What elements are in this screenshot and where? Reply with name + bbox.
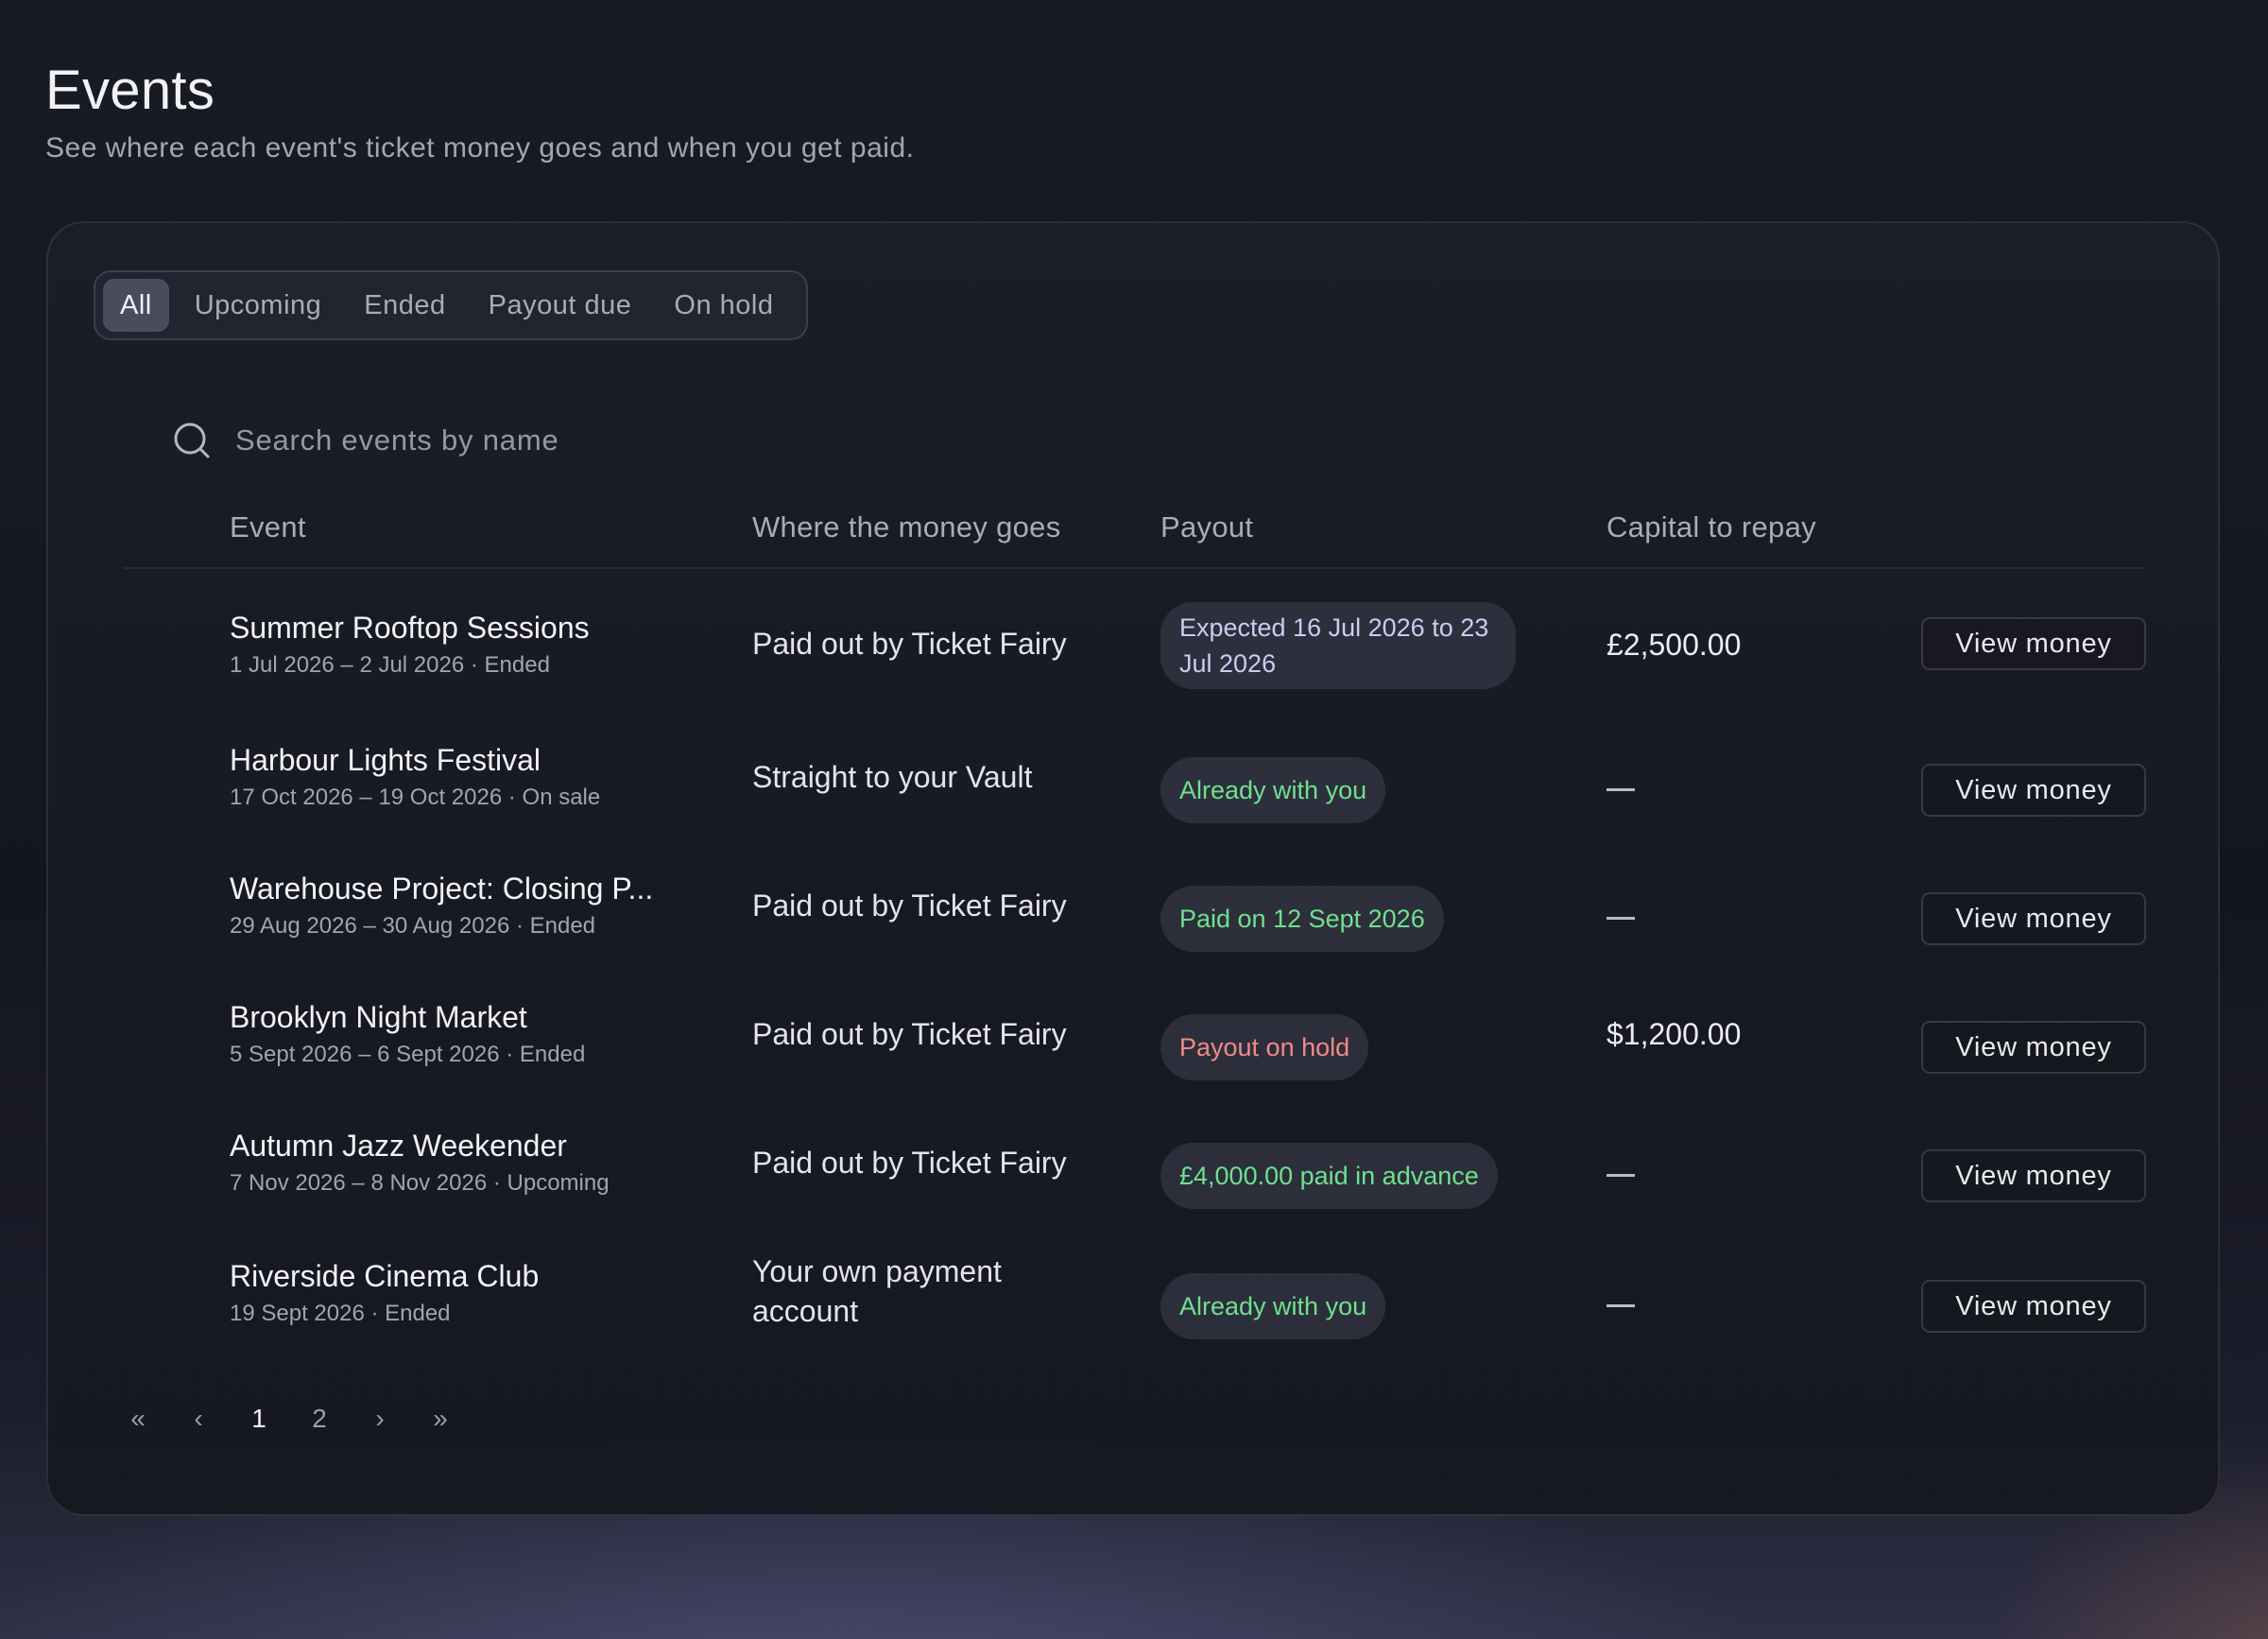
event-name: Summer Rooftop Sessions [230, 611, 590, 645]
pagination: « ‹ 1 2 › » [114, 1395, 587, 1442]
page-1-button[interactable]: 1 [235, 1395, 283, 1442]
search-bar [171, 412, 1022, 469]
payout-badge: Already with you [1160, 1273, 1386, 1339]
table-header: Event Where the money goes Payout Capita… [124, 497, 2146, 569]
first-page-button[interactable]: « [114, 1395, 162, 1442]
tab-payout-due[interactable]: Payout due [472, 279, 649, 332]
table-row: Warehouse Project: Closing P... 29 Aug 2… [124, 843, 2146, 966]
money-destination: Your own payment account [752, 1254, 1002, 1328]
money-destination: Paid out by Ticket Fairy [752, 1017, 1067, 1051]
capital-empty-dash [1606, 1304, 1635, 1307]
table-row: Harbour Lights Festival 17 Oct 2026 – 19… [124, 715, 2146, 837]
event-dates: 29 Aug 2026 – 30 Aug 2026 · Ended [230, 913, 596, 939]
event-name: Brooklyn Night Market [230, 1000, 527, 1034]
event-name: Warehouse Project: Closing P... [230, 871, 654, 906]
event-dates: 5 Sept 2026 – 6 Sept 2026 · Ended [230, 1042, 586, 1067]
view-money-button[interactable]: View money [1921, 1021, 2146, 1074]
column-header-destination: Where the money goes [752, 510, 1061, 543]
table-row: Brooklyn Night Market 5 Sept 2026 – 6 Se… [124, 972, 2146, 1095]
table-row: Autumn Jazz Weekender 7 Nov 2026 – 8 Nov… [124, 1100, 2146, 1223]
search-icon [174, 423, 210, 458]
events-card: All Upcoming Ended Payout due On hold Ev… [46, 221, 2220, 1516]
column-header-capital: Capital to repay [1606, 510, 1816, 543]
money-destination: Paid out by Ticket Fairy [752, 889, 1067, 923]
tab-on-hold[interactable]: On hold [657, 279, 790, 332]
filter-tabs: All Upcoming Ended Payout due On hold [94, 270, 809, 340]
payout-badge: Paid on 12 Sept 2026 [1160, 886, 1444, 952]
event-dates: 19 Sept 2026 · Ended [230, 1301, 451, 1326]
money-destination: Paid out by Ticket Fairy [752, 627, 1067, 661]
event-name: Harbour Lights Festival [230, 743, 541, 777]
table-row: Riverside Cinema Club 19 Sept 2026 · End… [124, 1231, 2146, 1354]
previous-page-button[interactable]: ‹ [175, 1395, 222, 1442]
capital-empty-dash [1606, 917, 1635, 920]
event-name: Autumn Jazz Weekender [230, 1129, 567, 1163]
capital-empty-dash [1606, 788, 1635, 791]
view-money-button[interactable]: View money [1921, 892, 2146, 945]
view-money-button[interactable]: View money [1921, 1149, 2146, 1202]
view-money-button[interactable]: View money [1921, 617, 2146, 670]
page-title: Events [45, 60, 215, 121]
capital-amount: $1,200.00 [1606, 1017, 1742, 1051]
capital-empty-dash [1606, 1174, 1635, 1177]
view-money-button[interactable]: View money [1921, 764, 2146, 817]
last-page-button[interactable]: » [417, 1395, 464, 1442]
column-header-event: Event [230, 510, 306, 543]
table-row: Summer Rooftop Sessions 1 Jul 2026 – 2 J… [124, 582, 2146, 705]
search-input[interactable] [233, 423, 993, 458]
next-page-button[interactable]: › [356, 1395, 404, 1442]
money-destination: Paid out by Ticket Fairy [752, 1146, 1067, 1180]
event-dates: 17 Oct 2026 – 19 Oct 2026 · On sale [230, 785, 601, 810]
money-destination: Straight to your Vault [752, 760, 1033, 794]
tab-ended[interactable]: Ended [347, 279, 462, 332]
tab-upcoming[interactable]: Upcoming [178, 279, 339, 332]
event-name: Riverside Cinema Club [230, 1259, 540, 1293]
payout-badge: £4,000.00 paid in advance [1160, 1143, 1498, 1209]
page-subtitle: See where each event's ticket money goes… [45, 132, 915, 164]
payout-badge: Already with you [1160, 757, 1386, 823]
payout-badge: Payout on hold [1160, 1014, 1369, 1080]
tab-all[interactable]: All [103, 279, 169, 332]
event-dates: 1 Jul 2026 – 2 Jul 2026 · Ended [230, 652, 550, 678]
event-dates: 7 Nov 2026 – 8 Nov 2026 · Upcoming [230, 1170, 610, 1196]
capital-amount: £2,500.00 [1606, 628, 1742, 662]
page-2-button[interactable]: 2 [296, 1395, 343, 1442]
column-header-payout: Payout [1160, 510, 1254, 543]
payout-badge: Expected 16 Jul 2026 to 23 Jul 2026 [1160, 602, 1516, 689]
view-money-button[interactable]: View money [1921, 1280, 2146, 1333]
